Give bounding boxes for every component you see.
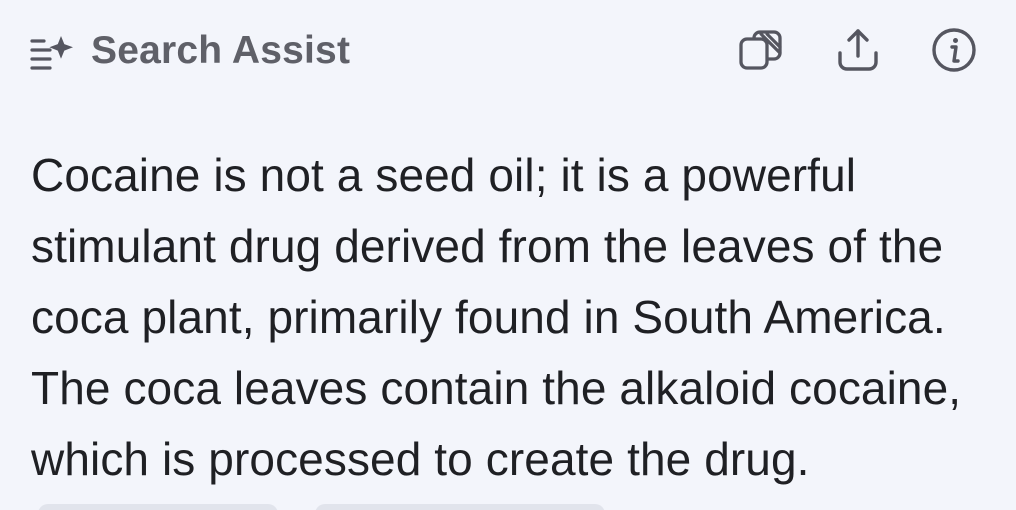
sparkle-list-icon <box>30 32 78 72</box>
share-button[interactable] <box>832 24 884 76</box>
copy-button[interactable] <box>736 24 788 76</box>
share-icon <box>832 24 884 76</box>
search-assist-header: Search Assist <box>0 0 1016 100</box>
info-button[interactable] <box>928 24 980 76</box>
answer-line: which is processed to create the drug. <box>31 433 810 485</box>
page-title: Search Assist <box>91 29 351 72</box>
copy-icon <box>736 24 788 76</box>
search-assist-answer: Cocaine is not a seed oil; it is a power… <box>31 140 1016 495</box>
answer-line: Cocaine is not a seed oil; it is a power… <box>31 149 857 201</box>
search-assist-panel: Search Assist Cocaine is not a seed oil;… <box>0 0 1016 510</box>
answer-line: The coca leaves contain the alkaloid coc… <box>31 362 962 414</box>
suggestion-chip[interactable] <box>38 504 278 510</box>
info-icon <box>928 24 980 76</box>
suggestion-chip[interactable] <box>315 504 605 510</box>
answer-line: stimulant drug derived from the leaves o… <box>31 220 944 272</box>
answer-line: coca plant, primarily found in South Ame… <box>31 291 946 343</box>
